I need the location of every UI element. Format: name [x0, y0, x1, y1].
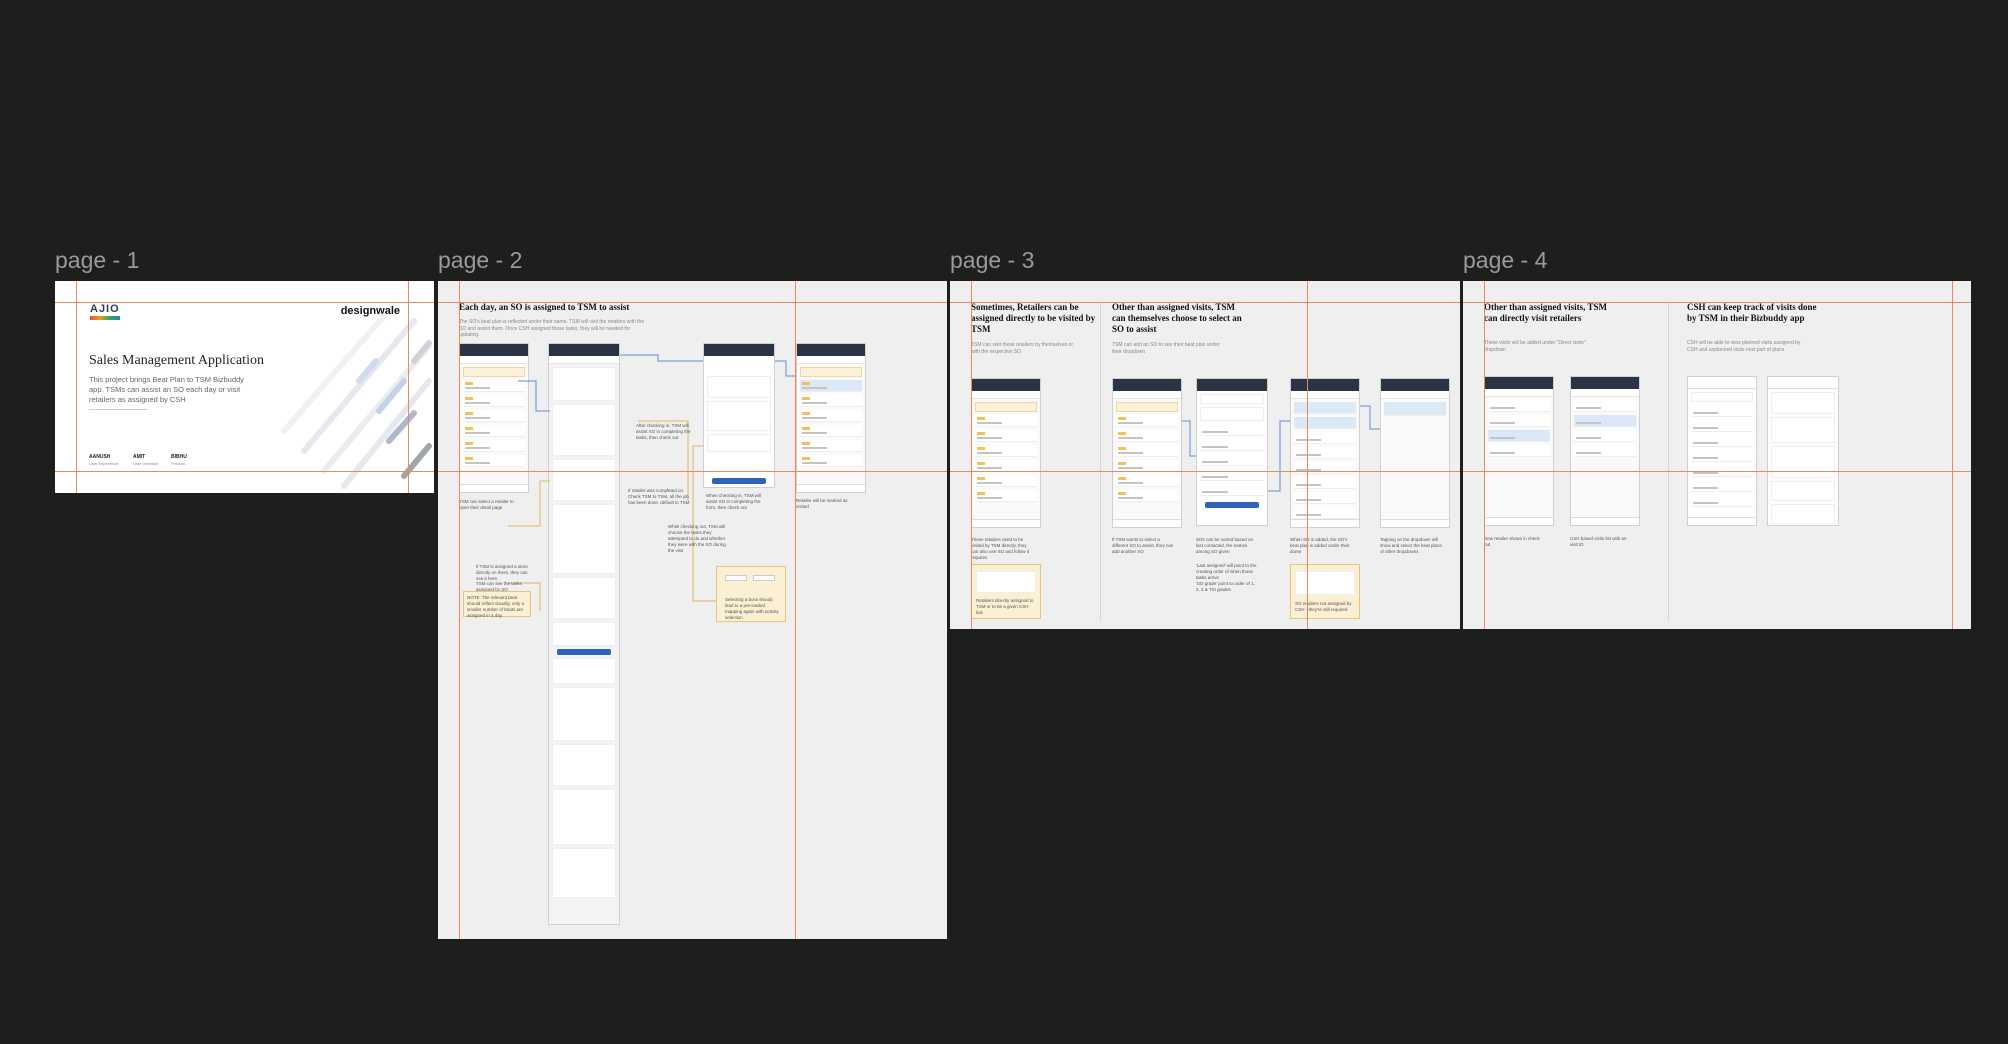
section-heading: CSH can keep track of visits done by TSM… [1687, 302, 1817, 323]
annotation: SOs can be sorted based on last contacte… [1196, 537, 1254, 554]
guide-line [55, 471, 434, 472]
author-name: AANUSH [89, 454, 111, 460]
frame-label-page-2[interactable]: page - 2 [438, 247, 522, 274]
annotation: If TSM is assigned a store directly on t… [476, 564, 528, 581]
author-role: Product [171, 461, 185, 466]
title-rule [89, 409, 147, 410]
section-heading: Other than assigned visits, TSM can dire… [1484, 302, 1607, 323]
frame-label-page-3[interactable]: page - 3 [950, 247, 1034, 274]
annotation: New retailer shows in check out [1484, 536, 1540, 547]
frame-label-page-1[interactable]: page - 1 [55, 247, 139, 274]
guide-line [1307, 281, 1308, 629]
guide-line [55, 302, 434, 303]
guide-line [438, 471, 947, 472]
annotation: 'Last assigned' will point to the creati… [1196, 563, 1257, 580]
guide-line [1463, 471, 1971, 472]
guide-line [76, 281, 77, 493]
annotation: When SO is added, the SO's beat plan is … [1290, 537, 1350, 554]
annotation: If TSM wants to select a different SO to… [1112, 537, 1174, 554]
callout-row [976, 571, 1036, 593]
guide-line [1463, 302, 1971, 303]
section-subtitle: These visits will be added under "Direct… [1484, 340, 1586, 353]
chip [725, 575, 747, 581]
annotation: TSM can select a retailer to open their … [459, 499, 514, 510]
annotation: Tapping on the dropdown will show and se… [1380, 537, 1442, 554]
annotation: While checking out, TSM will choose the … [668, 524, 726, 553]
author-role: User Experience [89, 461, 119, 466]
guide-line [408, 281, 409, 493]
phone-csh-tsm-detail[interactable] [1767, 376, 1839, 526]
annotation: CSH based visits list with an visit ID [1570, 536, 1627, 547]
author-name: BIBHU [171, 454, 187, 460]
ajio-logo: AJIO [90, 303, 120, 315]
annotation: If retailer was completed on Check TSM t… [628, 488, 690, 505]
callout-row [1295, 571, 1355, 595]
guide-line [950, 471, 1460, 472]
guide-line [795, 281, 796, 939]
phone-csh-tsm-list[interactable] [1687, 376, 1757, 526]
guide-line [950, 302, 1460, 303]
section-divider [1668, 302, 1669, 622]
annotation: After checking in, TSM will assist SO in… [636, 423, 691, 440]
guide-line [438, 302, 947, 303]
note-callout: NOTE: The relevant beat should reflect v… [463, 591, 531, 618]
annotation: These retailers need to be visited by TS… [971, 537, 1030, 560]
page-title: Sales Management Application [89, 353, 264, 368]
frame-page-4[interactable]: Other than assigned visits, TSM can dire… [1463, 281, 1971, 629]
guide-line [1952, 281, 1953, 629]
ajio-logo-bar [90, 316, 120, 320]
annotation: When checking in, TSM will assist SO in … [706, 493, 761, 510]
direct-assign-callout: Retailers directly assigned to TSM or to… [971, 564, 1041, 619]
frame-label-page-4[interactable]: page - 4 [1463, 247, 1547, 274]
frame-page-2[interactable]: Each day, an SO is assigned to TSM to as… [438, 281, 947, 939]
frame-page-3[interactable]: Sometimes, Retailers can be assigned dir… [950, 281, 1460, 629]
author-role: User Interface [133, 461, 159, 466]
annotation: 'SO grade' point to order of 1, 2, 3 & T… [1196, 581, 1255, 592]
so-not-assigned-callout: SO retailers not assigned by CSH - they'… [1290, 564, 1360, 619]
frame-page-1[interactable]: AJIO designwale Sales Management Applica… [55, 281, 434, 493]
chip [753, 575, 775, 581]
author-name: AMIT [133, 454, 146, 460]
guide-line [971, 281, 972, 629]
selection-callout: Selecting a boss should lead to a pre-lo… [716, 566, 786, 622]
phone-direct-visit-list[interactable] [1484, 376, 1554, 526]
guide-line [459, 281, 460, 939]
project-description: This project brings Beat Plan to TSM Biz… [89, 375, 244, 404]
phone-csh-visits[interactable] [1570, 376, 1640, 526]
guide-line [1484, 281, 1485, 629]
annotation: Retailer will be marked as visited [796, 498, 848, 509]
section-subtitle: CSH will be able to view planned visits … [1687, 340, 1801, 353]
